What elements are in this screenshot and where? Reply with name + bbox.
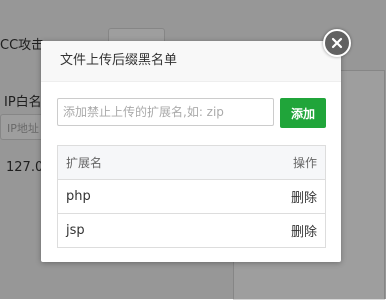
col-action-header: 操作 <box>292 156 317 170</box>
extension-input[interactable] <box>57 98 274 126</box>
add-button[interactable]: 添加 <box>280 98 326 128</box>
extension-table: 扩展名 操作 php 删除 jsp 删除 <box>57 145 326 248</box>
dialog-header: 文件上传后缀黑名单 <box>41 41 341 82</box>
dialog-title: 文件上传后缀黑名单 <box>60 53 178 68</box>
table-header: 扩展名 操作 <box>58 146 325 179</box>
col-extension-header: 扩展名 <box>66 156 103 170</box>
close-button[interactable] <box>323 29 351 57</box>
table-row: jsp 删除 <box>58 213 325 247</box>
table-row: php 删除 <box>58 179 325 213</box>
delete-link[interactable]: 删除 <box>291 187 317 206</box>
extension-value: php <box>66 189 91 204</box>
close-icon <box>331 34 343 53</box>
delete-link[interactable]: 删除 <box>291 221 317 240</box>
extension-value: jsp <box>66 223 85 238</box>
